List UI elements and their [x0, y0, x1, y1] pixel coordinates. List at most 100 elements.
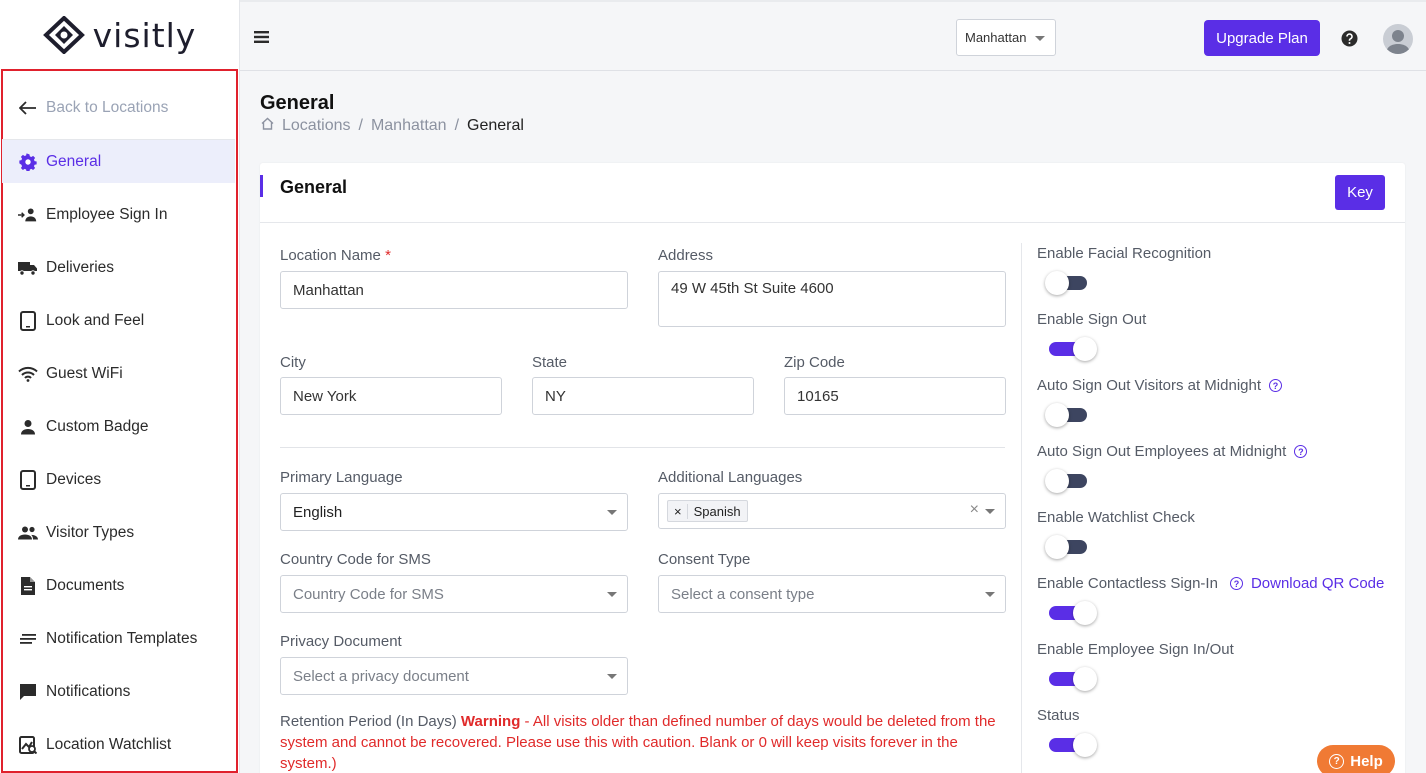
- download-qr-code-link[interactable]: Download QR Code: [1251, 575, 1384, 592]
- help-icon[interactable]: ?: [1294, 445, 1308, 458]
- address-textarea[interactable]: 49 W 45th St Suite 4600: [658, 271, 1006, 327]
- clear-selection-icon[interactable]: ×: [970, 501, 979, 519]
- form-divider: [280, 447, 1005, 448]
- sidebar-item-label: Notification Templates: [46, 629, 198, 647]
- breadcrumb-manhattan[interactable]: Manhattan: [371, 117, 447, 135]
- brand-logo[interactable]: visitly: [0, 0, 239, 70]
- consent-type-placeholder: Select a consent type: [671, 585, 815, 603]
- additional-languages-label: Additional Languages: [658, 469, 803, 486]
- chevron-down-icon: [607, 674, 617, 679]
- zip-code-label: Zip Code: [784, 354, 845, 371]
- toggle-label: Enable Sign Out: [1037, 311, 1147, 328]
- sidebar-item-custom-badge[interactable]: Custom Badge: [2, 405, 235, 448]
- toggle-label: Enable Contactless Sign-In: [1037, 575, 1218, 592]
- language-chip: × Spanish: [667, 500, 748, 522]
- hamburger-menu-icon[interactable]: [254, 30, 270, 48]
- help-icon[interactable]: ?: [1229, 577, 1243, 590]
- sidebar-item-label: Devices: [46, 470, 102, 488]
- home-icon[interactable]: [261, 117, 274, 135]
- location-name-label-text: Location Name: [280, 247, 381, 264]
- arrow-left-icon: [18, 98, 38, 118]
- toggle-label: Enable Watchlist Check: [1037, 509, 1195, 526]
- brand-name: visitly: [92, 15, 197, 55]
- facial-recognition-label: Enable Facial Recognition: [1037, 245, 1211, 262]
- sidebar-item-devices[interactable]: Devices: [2, 458, 235, 501]
- breadcrumb-locations[interactable]: Locations: [282, 117, 351, 135]
- upgrade-plan-button[interactable]: Upgrade Plan: [1204, 20, 1320, 56]
- sidebar-item-label: Notifications: [46, 682, 131, 700]
- location-select-value: Manhattan: [965, 30, 1027, 45]
- required-asterisk: *: [385, 247, 391, 264]
- tablet-icon: [18, 469, 38, 490]
- sidebar-item-label: Documents: [46, 576, 125, 594]
- breadcrumb-current: General: [467, 117, 524, 134]
- help-circle-icon[interactable]: [1341, 30, 1358, 51]
- location-name-label: Location Name *: [280, 247, 391, 264]
- privacy-document-select[interactable]: Select a privacy document: [280, 657, 628, 695]
- page-title: General: [260, 92, 335, 114]
- city-input[interactable]: New York: [280, 377, 502, 415]
- toggle-label: Enable Facial Recognition: [1037, 245, 1212, 262]
- card-title: General: [280, 177, 348, 197]
- chat-icon: [18, 682, 38, 702]
- location-name-input[interactable]: Manhattan: [280, 271, 628, 309]
- sidebar-item-documents[interactable]: Documents: [2, 564, 235, 607]
- city-label: City: [280, 354, 306, 371]
- sidebar-item-label: Look and Feel: [46, 311, 145, 329]
- sidebar-item-notifications[interactable]: Notifications: [2, 670, 235, 713]
- sidebar-item-employee-sign-in[interactable]: Employee Sign In: [2, 193, 235, 236]
- auto-sign-out-employees-label: Auto Sign Out Employees at Midnight ?: [1037, 443, 1308, 460]
- toggle-label: Enable Employee Sign In/Out: [1037, 641, 1234, 658]
- breadcrumb-separator: /: [358, 117, 363, 134]
- contactless-sign-in-label: Enable Contactless Sign-In ? Download QR…: [1037, 575, 1384, 592]
- auto-sign-out-employees-toggle[interactable]: [1045, 468, 1091, 494]
- sidebar-item-guest-wifi[interactable]: Guest WiFi: [2, 352, 235, 395]
- warning-word: Warning: [460, 713, 521, 730]
- primary-language-select[interactable]: English: [280, 493, 628, 531]
- primary-language-label: Primary Language: [280, 469, 403, 486]
- wifi-icon: [18, 364, 38, 384]
- card-header: General Key: [260, 163, 1405, 223]
- sidebar-item-location-watchlist[interactable]: Location Watchlist: [2, 723, 235, 766]
- top-bar: Manhattan Upgrade Plan: [240, 0, 1426, 71]
- retention-label-text: Retention Period (In Days): [280, 713, 457, 730]
- sidebar-item-label: Location Watchlist: [46, 735, 172, 753]
- back-label: Back to Locations: [46, 98, 169, 116]
- sidebar: visitly Back to Locations General Employ…: [0, 0, 240, 773]
- sidebar-item-general[interactable]: General: [2, 140, 235, 183]
- watchlist-check-toggle[interactable]: [1045, 534, 1091, 560]
- lines-icon: [18, 629, 38, 649]
- back-to-locations-link[interactable]: Back to Locations: [2, 86, 235, 129]
- contactless-sign-in-toggle[interactable]: [1045, 600, 1097, 626]
- remove-chip-icon[interactable]: ×: [674, 503, 688, 519]
- employee-signin-icon: [18, 205, 38, 225]
- toggle-label: Auto Sign Out Visitors at Midnight: [1037, 377, 1262, 394]
- sign-out-toggle[interactable]: [1045, 336, 1097, 362]
- question-circle-icon: ?: [1329, 753, 1345, 769]
- help-icon[interactable]: ?: [1269, 379, 1283, 392]
- zip-code-input[interactable]: 10165: [784, 377, 1006, 415]
- additional-languages-select[interactable]: × Spanish ×: [658, 493, 1006, 529]
- key-button[interactable]: Key: [1335, 175, 1385, 210]
- auto-sign-out-visitors-toggle[interactable]: [1045, 402, 1091, 428]
- user-avatar[interactable]: [1383, 24, 1413, 54]
- sidebar-item-label: Employee Sign In: [46, 205, 168, 223]
- location-select[interactable]: Manhattan: [956, 19, 1056, 56]
- state-input[interactable]: NY: [532, 377, 754, 415]
- consent-type-select[interactable]: Select a consent type: [658, 575, 1006, 613]
- help-button[interactable]: ? Help: [1317, 745, 1395, 773]
- retention-period-label: Retention Period (In Days) Warning - All…: [280, 711, 1005, 773]
- sidebar-item-deliveries[interactable]: Deliveries: [2, 246, 235, 289]
- sidebar-item-visitor-types[interactable]: Visitor Types: [2, 511, 235, 554]
- chevron-down-icon: [607, 510, 617, 515]
- status-toggle[interactable]: [1045, 732, 1097, 758]
- chevron-down-icon: [985, 509, 995, 514]
- country-code-label: Country Code for SMS: [280, 551, 431, 568]
- chevron-down-icon: [607, 592, 617, 597]
- employee-sign-in-out-toggle[interactable]: [1045, 666, 1097, 692]
- primary-language-value: English: [293, 503, 343, 521]
- sidebar-item-look-and-feel[interactable]: Look and Feel: [2, 299, 235, 342]
- country-code-select[interactable]: Country Code for SMS: [280, 575, 628, 613]
- sidebar-item-notification-templates[interactable]: Notification Templates: [2, 617, 235, 660]
- facial-recognition-toggle[interactable]: [1045, 270, 1091, 296]
